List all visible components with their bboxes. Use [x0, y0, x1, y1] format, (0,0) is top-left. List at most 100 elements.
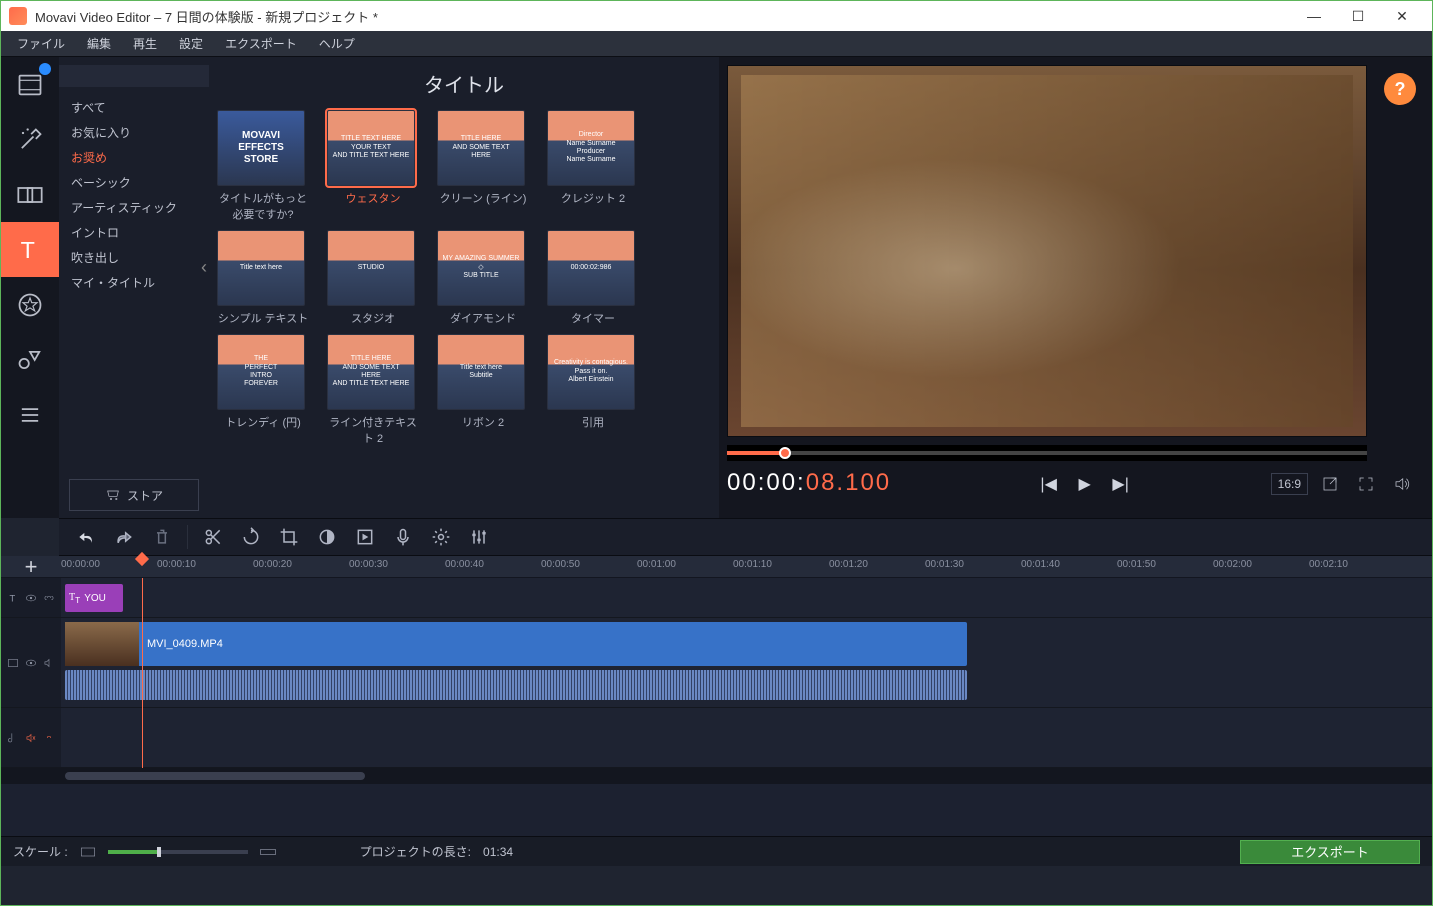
- delete-button[interactable]: [145, 522, 179, 552]
- add-track-button[interactable]: +: [1, 556, 61, 577]
- title-item[interactable]: Creativity is contagious.Pass it on.Albe…: [547, 334, 639, 446]
- title-item[interactable]: TITLE HEREAND SOME TEXT HEREクリーン (ライン): [437, 110, 529, 222]
- video-preview[interactable]: [727, 65, 1367, 437]
- category-favorites[interactable]: お気に入り: [71, 120, 197, 145]
- title-thumbnail[interactable]: THEPERFECTINTROFOREVER: [217, 334, 305, 410]
- title-item[interactable]: DirectorName SurnameProducerName Surname…: [547, 110, 639, 222]
- title-thumbnail[interactable]: Title text hereSubtitle: [437, 334, 525, 410]
- play-button[interactable]: ▶: [1071, 470, 1099, 498]
- video-clip[interactable]: MVI_0409.MP4: [65, 622, 967, 666]
- maximize-button[interactable]: ☐: [1336, 1, 1380, 31]
- title-item[interactable]: 00:00:02:986タイマー: [547, 230, 639, 326]
- title-item-label: スタジオ: [327, 310, 419, 326]
- menu-file[interactable]: ファイル: [7, 32, 75, 55]
- tick-label: 00:01:50: [1117, 559, 1156, 570]
- import-tab[interactable]: [1, 57, 59, 112]
- equalizer-button[interactable]: [462, 522, 496, 552]
- title-thumbnail[interactable]: MOVAVIEFFECTSSTORE: [217, 110, 305, 186]
- menu-help[interactable]: ヘルプ: [309, 32, 365, 55]
- search-input[interactable]: [67, 69, 222, 83]
- close-button[interactable]: ✕: [1380, 1, 1424, 31]
- playhead[interactable]: [142, 578, 143, 768]
- timeline-scrollbar[interactable]: [1, 768, 1432, 784]
- category-recommended[interactable]: お奨め: [71, 145, 197, 170]
- title-item[interactable]: MOVAVIEFFECTSSTOREタイトルがもっと必要ですか?: [217, 110, 309, 222]
- video-icon: [6, 656, 20, 670]
- category-list: すべて お気に入り お奨め ベーシック アーティスティック イントロ 吹き出し …: [59, 91, 209, 299]
- zoom-slider[interactable]: [108, 850, 248, 854]
- title-thumbnail[interactable]: TITLE HEREAND SOME TEXT HEREAND TITLE TE…: [327, 334, 415, 410]
- title-thumbnail[interactable]: TITLE HEREAND SOME TEXT HERE: [437, 110, 525, 186]
- category-mytitles[interactable]: マイ・タイトル: [71, 270, 197, 295]
- category-artistic[interactable]: アーティスティック: [71, 195, 197, 220]
- search-row: [59, 65, 209, 87]
- menu-settings[interactable]: 設定: [169, 32, 213, 55]
- redo-button[interactable]: [107, 522, 141, 552]
- mute-icon[interactable]: [24, 731, 38, 745]
- link-icon[interactable]: [42, 591, 56, 605]
- audio-track-head[interactable]: [1, 708, 61, 767]
- title-thumbnail[interactable]: 00:00:02:986: [547, 230, 635, 306]
- eye-icon[interactable]: [24, 591, 38, 605]
- title-track-head[interactable]: T: [1, 578, 61, 617]
- titles-tab[interactable]: T: [1, 222, 59, 277]
- next-frame-button[interactable]: ▶|: [1107, 470, 1135, 498]
- title-thumbnail[interactable]: DirectorName SurnameProducerName Surname: [547, 110, 635, 186]
- title-thumbnail[interactable]: Creativity is contagious.Pass it on.Albe…: [547, 334, 635, 410]
- title-clip[interactable]: TT YOU: [65, 584, 123, 612]
- audio-waveform[interactable]: [65, 670, 967, 700]
- filters-tab[interactable]: [1, 112, 59, 167]
- store-button[interactable]: ストア: [69, 479, 199, 511]
- fullscreen-button[interactable]: [1352, 470, 1380, 498]
- undo-button[interactable]: [69, 522, 103, 552]
- title-item[interactable]: THEPERFECTINTROFOREVERトレンディ (円): [217, 334, 309, 446]
- menu-edit[interactable]: 編集: [77, 32, 121, 55]
- menu-play[interactable]: 再生: [123, 32, 167, 55]
- scrubber-knob-icon[interactable]: [779, 447, 791, 459]
- popout-button[interactable]: [1316, 470, 1344, 498]
- title-item[interactable]: Title text hereシンプル テキスト: [217, 230, 309, 326]
- title-thumbnail[interactable]: Title text here: [217, 230, 305, 306]
- crop-button[interactable]: [272, 522, 306, 552]
- title-thumbnail[interactable]: TITLE TEXT HEREYOUR TEXTAND TITLE TEXT H…: [327, 110, 415, 186]
- title-item[interactable]: MY AMAZING SUMMER◇SUB TITLEダイアモンド: [437, 230, 529, 326]
- stickers-tab[interactable]: [1, 277, 59, 332]
- speaker-icon[interactable]: [42, 656, 56, 670]
- category-callout[interactable]: 吹き出し: [71, 245, 197, 270]
- title-item[interactable]: TITLE TEXT HEREYOUR TEXTAND TITLE TEXT H…: [327, 110, 419, 222]
- settings-gear-button[interactable]: [424, 522, 458, 552]
- category-intro[interactable]: イントロ: [71, 220, 197, 245]
- title-thumbnail[interactable]: STUDIO: [327, 230, 415, 306]
- preview-scrubber[interactable]: [727, 445, 1367, 461]
- more-tab[interactable]: [1, 387, 59, 442]
- chevron-left-icon[interactable]: ‹: [201, 257, 207, 278]
- fit-wide-icon[interactable]: [260, 846, 276, 858]
- clip-properties-button[interactable]: [348, 522, 382, 552]
- video-track-head[interactable]: [1, 618, 61, 707]
- transitions-tab[interactable]: [1, 167, 59, 222]
- timeline-ruler[interactable]: + 00:00:0000:00:1000:00:2000:00:3000:00:…: [1, 556, 1432, 578]
- tick-label: 00:01:00: [637, 559, 676, 570]
- callouts-tab[interactable]: [1, 332, 59, 387]
- volume-button[interactable]: [1388, 470, 1416, 498]
- minimize-button[interactable]: —: [1292, 1, 1336, 31]
- title-thumbnail[interactable]: MY AMAZING SUMMER◇SUB TITLE: [437, 230, 525, 306]
- eye-icon[interactable]: [24, 656, 38, 670]
- help-button[interactable]: ?: [1384, 73, 1416, 105]
- title-item[interactable]: STUDIO スタジオ: [327, 230, 419, 326]
- category-basic[interactable]: ベーシック: [71, 170, 197, 195]
- link-icon[interactable]: [42, 731, 56, 745]
- rotate-button[interactable]: [234, 522, 268, 552]
- split-button[interactable]: [196, 522, 230, 552]
- prev-frame-button[interactable]: |◀: [1035, 470, 1063, 498]
- record-audio-button[interactable]: [386, 522, 420, 552]
- export-button[interactable]: エクスポート: [1240, 840, 1420, 864]
- aspect-ratio-button[interactable]: 16:9: [1271, 473, 1308, 495]
- fit-icon[interactable]: [80, 846, 96, 858]
- color-button[interactable]: [310, 522, 344, 552]
- title-item[interactable]: Title text hereSubtitleリボン 2: [437, 334, 529, 446]
- tick-label: 00:01:40: [1021, 559, 1060, 570]
- category-all[interactable]: すべて: [71, 95, 197, 120]
- title-item[interactable]: TITLE HEREAND SOME TEXT HEREAND TITLE TE…: [327, 334, 419, 446]
- menu-export[interactable]: エクスポート: [215, 32, 307, 55]
